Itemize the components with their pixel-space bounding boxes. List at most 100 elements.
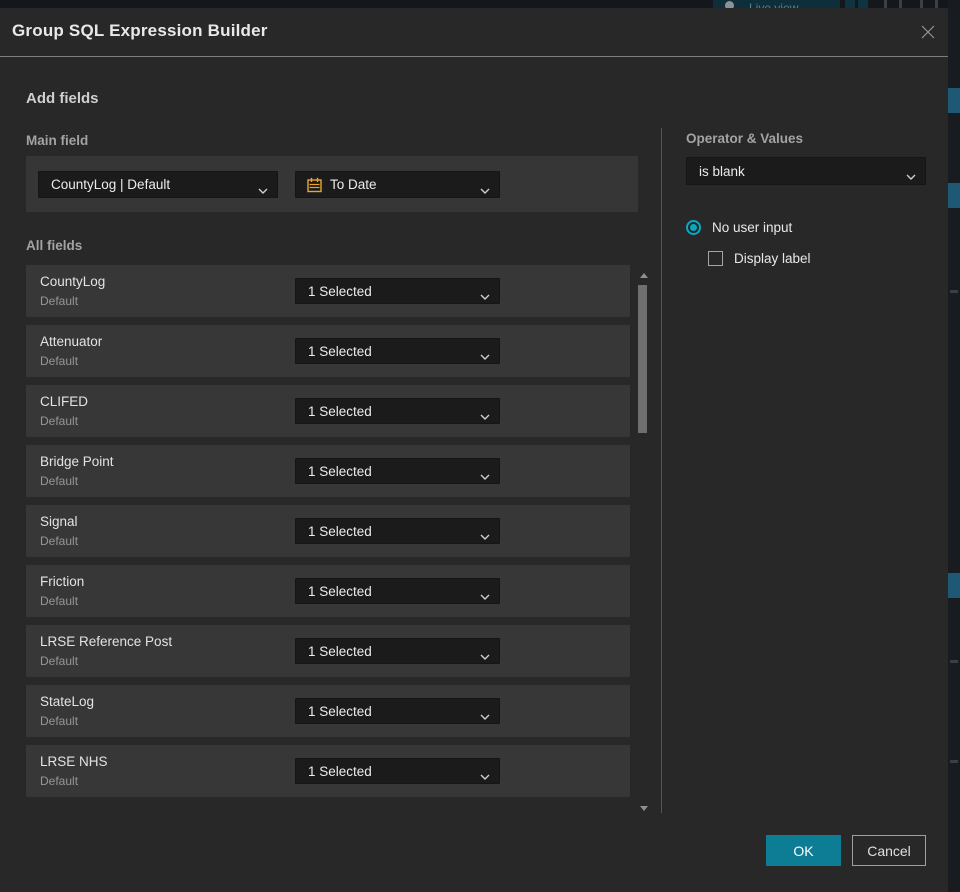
all-fields-scrollbar[interactable]	[636, 263, 650, 813]
field-row: LRSE NHS Default 1 Selected	[26, 745, 630, 797]
field-row: StateLog Default 1 Selected	[26, 685, 630, 737]
chevron-down-icon	[480, 708, 490, 723]
field-selected-dropdown[interactable]: 1 Selected	[295, 338, 500, 364]
field-name: StateLog	[40, 694, 95, 709]
chevron-down-icon	[906, 168, 916, 183]
chevron-down-icon	[480, 348, 490, 363]
field-name: Bridge Point	[40, 454, 114, 469]
backdrop-toolbar-divider	[920, 0, 923, 8]
scrollbar-thumb[interactable]	[638, 285, 647, 433]
chevron-down-icon	[480, 648, 490, 663]
main-field-select-value: CountyLog | Default	[51, 177, 171, 192]
field-selected-value: 1 Selected	[308, 703, 372, 719]
no-user-input-radio[interactable]	[686, 220, 701, 235]
field-selected-value: 1 Selected	[308, 403, 372, 419]
field-row: CountyLog Default 1 Selected	[26, 265, 630, 317]
field-name: LRSE NHS	[40, 754, 108, 769]
close-icon	[920, 24, 936, 43]
display-label-option[interactable]: Display label	[708, 251, 811, 266]
field-name: Attenuator	[40, 334, 103, 349]
all-fields-label: All fields	[26, 238, 83, 253]
field-subtitle: Default	[40, 294, 79, 308]
field-subtitle: Default	[40, 414, 79, 428]
field-row: LRSE Reference Post Default 1 Selected	[26, 625, 630, 677]
backdrop-side-text-fragment	[950, 660, 958, 663]
field-subtitle: Default	[40, 654, 79, 668]
scrollbar-up-arrow-icon[interactable]	[640, 273, 648, 278]
operator-select[interactable]: is blank	[686, 157, 926, 185]
main-field-type-value: To Date	[330, 177, 377, 192]
field-name: Signal	[40, 514, 78, 529]
backdrop-toolbar-divider	[884, 0, 887, 8]
backdrop-app-strip: Live view	[0, 0, 960, 8]
scrollbar-down-arrow-icon[interactable]	[640, 806, 648, 811]
main-field-type-select[interactable]: To Date	[295, 171, 500, 198]
field-subtitle: Default	[40, 714, 79, 728]
field-selected-dropdown[interactable]: 1 Selected	[295, 698, 500, 724]
main-field-label: Main field	[26, 133, 89, 148]
backdrop-toolbar-divider	[899, 0, 902, 8]
chevron-down-icon	[480, 468, 490, 483]
field-selected-dropdown[interactable]: 1 Selected	[295, 518, 500, 544]
calendar-icon	[306, 177, 323, 197]
field-subtitle: Default	[40, 354, 79, 368]
backdrop-side-highlight	[948, 88, 960, 113]
field-selected-value: 1 Selected	[308, 343, 372, 359]
backdrop-side-highlight	[948, 183, 960, 208]
backdrop-toolbar-button	[845, 0, 855, 8]
operator-values-label: Operator & Values	[686, 131, 804, 146]
backdrop-side-text-fragment	[950, 290, 958, 293]
live-view-toggle[interactable]: Live view	[713, 0, 840, 8]
field-selected-dropdown[interactable]: 1 Selected	[295, 638, 500, 664]
backdrop-side-panel	[948, 0, 960, 892]
display-label-checkbox[interactable]	[708, 251, 723, 266]
field-row: CLIFED Default 1 Selected	[26, 385, 630, 437]
field-selected-value: 1 Selected	[308, 643, 372, 659]
cancel-button[interactable]: Cancel	[852, 835, 926, 866]
close-button[interactable]	[916, 21, 940, 45]
field-subtitle: Default	[40, 594, 79, 608]
field-selected-dropdown[interactable]: 1 Selected	[295, 398, 500, 424]
field-row: Friction Default 1 Selected	[26, 565, 630, 617]
backdrop-toolbar-button	[858, 0, 868, 8]
field-name: Friction	[40, 574, 85, 589]
no-user-input-option[interactable]: No user input	[686, 220, 792, 235]
chevron-down-icon	[480, 408, 490, 423]
backdrop-toolbar-divider	[935, 0, 938, 8]
field-name: LRSE Reference Post	[40, 634, 173, 649]
chevron-down-icon	[480, 182, 490, 197]
dialog-title: Group SQL Expression Builder	[12, 21, 268, 40]
all-fields-list: CountyLog Default 1 Selected Attenuator …	[26, 265, 630, 805]
field-selected-dropdown[interactable]: 1 Selected	[295, 458, 500, 484]
live-view-label: Live view	[749, 1, 799, 8]
display-label-text: Display label	[734, 251, 811, 266]
field-selected-dropdown[interactable]: 1 Selected	[295, 278, 500, 304]
ok-button[interactable]: OK	[766, 835, 841, 866]
field-selected-value: 1 Selected	[308, 463, 372, 479]
panel-divider	[661, 128, 662, 813]
live-view-toggle-dot	[725, 1, 734, 8]
chevron-down-icon	[480, 288, 490, 303]
field-row: Bridge Point Default 1 Selected	[26, 445, 630, 497]
field-subtitle: Default	[40, 774, 79, 788]
field-selected-value: 1 Selected	[308, 523, 372, 539]
field-selected-value: 1 Selected	[308, 283, 372, 299]
dialog-title-bar: Group SQL Expression Builder	[0, 8, 948, 57]
field-subtitle: Default	[40, 534, 79, 548]
chevron-down-icon	[480, 528, 490, 543]
chevron-down-icon	[480, 588, 490, 603]
field-selected-value: 1 Selected	[308, 763, 372, 779]
field-name: CLIFED	[40, 394, 89, 409]
field-subtitle: Default	[40, 474, 79, 488]
chevron-down-icon	[258, 182, 268, 197]
field-selected-dropdown[interactable]: 1 Selected	[295, 758, 500, 784]
field-row: Attenuator Default 1 Selected	[26, 325, 630, 377]
backdrop-side-text-fragment	[950, 760, 958, 763]
main-field-select[interactable]: CountyLog | Default	[38, 171, 278, 198]
main-field-row: CountyLog | Default To Date	[26, 156, 638, 212]
field-selected-dropdown[interactable]: 1 Selected	[295, 578, 500, 604]
operator-select-value: is blank	[699, 163, 745, 179]
group-sql-expression-builder-dialog: Group SQL Expression Builder Add fields …	[0, 8, 948, 892]
add-fields-heading: Add fields	[26, 90, 99, 107]
backdrop-side-highlight	[948, 573, 960, 598]
